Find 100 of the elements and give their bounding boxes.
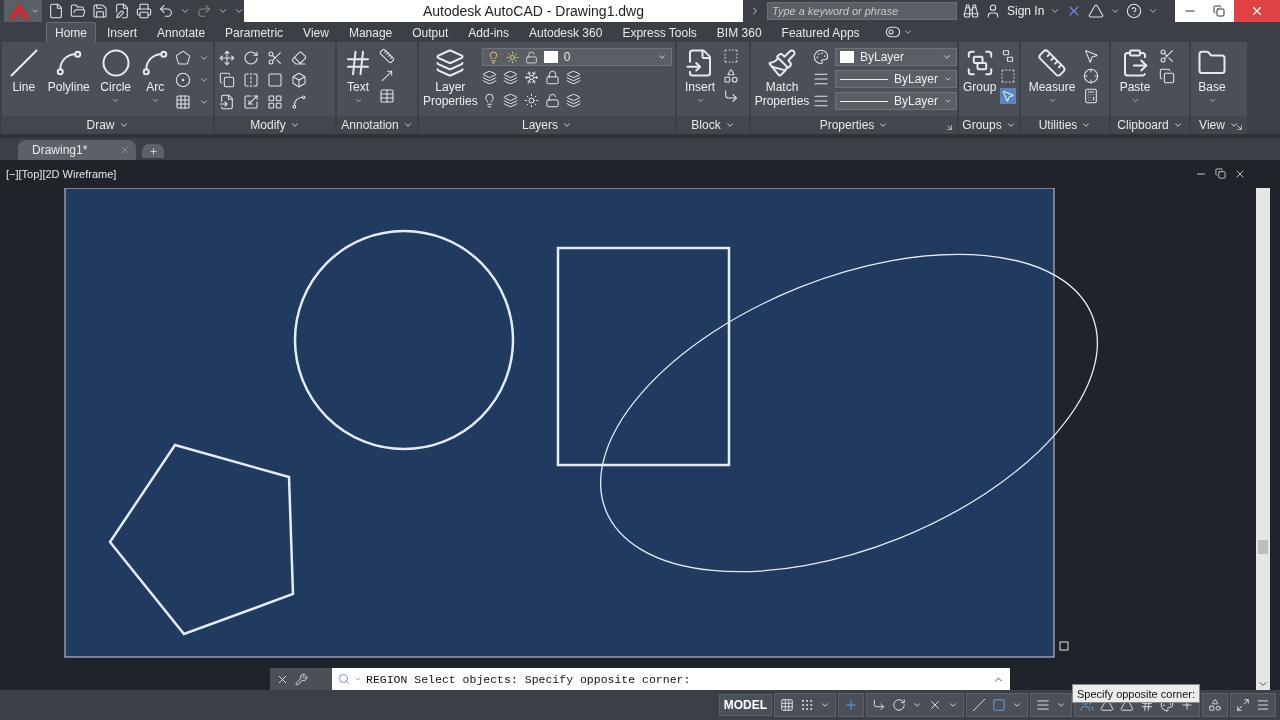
caret-icon[interactable]: [30, 7, 39, 15]
caret-icon[interactable]: [942, 52, 952, 62]
menu-icon[interactable]: [1256, 698, 1270, 712]
new-tab-button[interactable]: [142, 144, 164, 158]
line-icon[interactable]: [8, 48, 39, 78]
shapes-icon[interactable]: [723, 68, 739, 84]
layer-dropdown[interactable]: 0: [481, 48, 672, 66]
undo-icon[interactable]: [158, 3, 174, 19]
layer-icon[interactable]: [502, 70, 518, 85]
ribbon-tab[interactable]: Express Tools: [613, 22, 706, 42]
caret-icon[interactable]: [199, 97, 209, 107]
caret-icon[interactable]: [1172, 120, 1183, 130]
layer-icon[interactable]: [502, 93, 518, 108]
triangle-icon[interactable]: [1088, 3, 1105, 19]
property-dropdown[interactable]: ByLayer: [835, 48, 957, 66]
user-icon[interactable]: [985, 3, 1001, 19]
dashed-square-icon[interactable]: [1000, 68, 1017, 84]
layer-icon[interactable]: [565, 93, 581, 108]
ribbon-tool-button[interactable]: Line: [6, 46, 42, 96]
ribbon-tab[interactable]: Home: [46, 22, 96, 42]
save-icon[interactable]: [92, 3, 108, 19]
caret-icon[interactable]: [695, 96, 705, 105]
ribbon-tab[interactable]: BIM 360: [707, 22, 771, 42]
brush-icon[interactable]: [767, 48, 797, 78]
pointer-icon[interactable]: [1001, 89, 1016, 103]
scissors-icon[interactable]: [1159, 48, 1175, 64]
caret-icon[interactable]: [948, 700, 958, 710]
box-icon[interactable]: [291, 72, 307, 88]
ribbon-tab[interactable]: Annotate: [148, 22, 215, 42]
caret-icon[interactable]: [1056, 700, 1066, 710]
ribbon-tool-button[interactable]: Arc: [139, 46, 171, 107]
ribbon-tab[interactable]: Parametric: [216, 22, 293, 42]
curve-icon[interactable]: [291, 94, 307, 110]
grid-icon[interactable]: [780, 698, 794, 712]
lock-icon[interactable]: [544, 70, 560, 85]
caret-icon[interactable]: [118, 120, 129, 130]
sign-in-button[interactable]: Sign In: [1007, 4, 1045, 18]
caret-icon[interactable]: [562, 120, 572, 130]
panel-title[interactable]: Draw: [86, 118, 115, 132]
caret-icon[interactable]: [289, 120, 300, 130]
ribbon-tab[interactable]: View: [294, 22, 338, 42]
rotate-icon[interactable]: [243, 50, 259, 66]
scrollbar[interactable]: [1256, 188, 1270, 690]
caret-icon[interactable]: [1047, 96, 1057, 105]
open-folder-icon[interactable]: [70, 3, 86, 19]
file-tab[interactable]: Drawing1*: [18, 140, 136, 160]
layers-icon[interactable]: [435, 48, 466, 78]
ribbon-tool-button[interactable]: Layer Properties: [423, 46, 478, 110]
scroll-thumb[interactable]: [1258, 540, 1268, 554]
color-wheel-icon[interactable]: [813, 49, 829, 65]
caret-icon[interactable]: [402, 120, 413, 130]
caret-icon[interactable]: [1050, 6, 1061, 16]
ribbon-tab[interactable]: Featured Apps: [772, 22, 869, 42]
fullscreen-icon[interactable]: [1236, 698, 1250, 712]
caret-icon[interactable]: [724, 120, 735, 130]
caret-icon[interactable]: [656, 52, 667, 62]
caret-icon[interactable]: [199, 75, 209, 85]
eraser-icon[interactable]: [291, 50, 307, 66]
ribbon-tab[interactable]: Autodesk 360: [520, 22, 612, 42]
restore-icon[interactable]: [1215, 168, 1226, 179]
scissors-icon[interactable]: [267, 50, 283, 66]
caret-icon[interactable]: [1012, 700, 1022, 710]
panel-title[interactable]: Layers: [522, 118, 558, 132]
caret-icon[interactable]: [1130, 96, 1140, 105]
layer-icon[interactable]: [481, 70, 497, 85]
ribbon-tab[interactable]: Add-ins: [459, 22, 518, 42]
pentagon-icon[interactable]: [175, 50, 191, 66]
wrench-icon[interactable]: [295, 672, 308, 686]
calculator-icon[interactable]: [1083, 88, 1099, 104]
caret-icon[interactable]: [912, 700, 922, 710]
array-icon[interactable]: [267, 94, 283, 110]
property-dropdown[interactable]: ByLayer: [835, 92, 957, 110]
ribbon-tool-button[interactable]: Base: [1195, 46, 1229, 107]
caret-icon[interactable]: [878, 120, 889, 130]
close-icon[interactable]: [1234, 168, 1246, 180]
new-file-icon[interactable]: [48, 3, 64, 19]
save-as-icon[interactable]: [114, 3, 130, 19]
ribbon-tool-button[interactable]: Measure: [1025, 46, 1079, 107]
caret-icon[interactable]: [820, 700, 830, 710]
caret-icon[interactable]: [353, 96, 363, 105]
caret-icon[interactable]: [1228, 120, 1239, 130]
command-line-field[interactable]: REGION Select objects: Specify opposite corner:: [332, 668, 1010, 690]
caret-icon[interactable]: [1005, 120, 1016, 130]
binoculars-icon[interactable]: [963, 3, 979, 19]
ribbon-tool-button[interactable]: Insert: [681, 46, 719, 107]
lines-icon[interactable]: [813, 93, 829, 109]
ruler-icon[interactable]: [1037, 48, 1067, 78]
ribbon-tab[interactable]: Output: [403, 22, 458, 42]
ribbon-tab[interactable]: Insert: [98, 22, 147, 42]
copy-icon[interactable]: [1159, 68, 1175, 84]
target-icon[interactable]: [175, 72, 191, 88]
caret-icon[interactable]: [111, 96, 121, 105]
circle-icon[interactable]: [100, 48, 131, 78]
close-button[interactable]: [1233, 0, 1280, 22]
x-mark-icon[interactable]: [928, 698, 942, 712]
copy-icon[interactable]: [219, 72, 235, 88]
plus-icon[interactable]: [148, 146, 158, 156]
lines-icon[interactable]: [813, 71, 829, 87]
unlock-icon[interactable]: [544, 93, 560, 108]
dots-icon[interactable]: [800, 698, 814, 712]
